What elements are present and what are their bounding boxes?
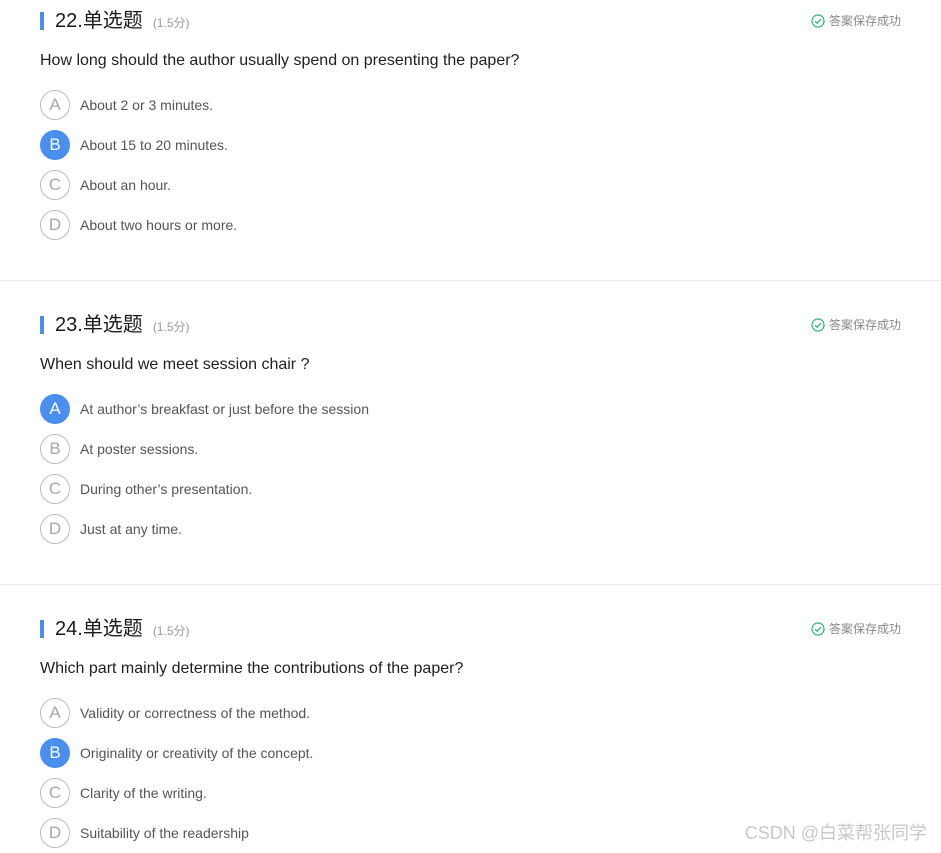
question-score: (1.5分) [152, 319, 190, 334]
option-text: About an hour. [80, 177, 172, 193]
question-type: 单选题 [82, 10, 143, 32]
option-letter: C [40, 474, 70, 504]
save-status-text: 答案保存成功 [828, 14, 901, 28]
option-letter: D [40, 818, 70, 848]
save-status: 答案保存成功 [811, 316, 901, 333]
option-letter: A [40, 90, 70, 120]
check-circle-icon [811, 13, 825, 28]
question-text: When should we meet session chair ? [40, 356, 310, 373]
option-a[interactable]: A Validity or correctness of the method. [40, 698, 310, 728]
option-c[interactable]: C During other’s presentation. [40, 474, 252, 504]
question-number: 23. [55, 314, 83, 336]
option-a[interactable]: A About 2 or 3 minutes. [40, 90, 213, 120]
question-score: (1.5分) [152, 623, 190, 638]
question-divider [0, 584, 941, 585]
save-status-text: 答案保存成功 [828, 622, 901, 636]
option-letter: A [40, 698, 70, 728]
question-22: 22. 单选题 (1.5分) 答案保存成功 How long should th… [0, 11, 941, 271]
option-letter: D [40, 514, 70, 544]
question-divider [0, 280, 941, 281]
question-type: 单选题 [82, 314, 143, 336]
question-header: 24. 单选题 (1.5分) [40, 619, 190, 639]
check-circle-icon [811, 317, 825, 332]
option-letter-selected: A [40, 394, 70, 424]
option-text: Just at any time. [80, 521, 182, 537]
option-text: At poster sessions. [80, 441, 199, 457]
question-text: How long should the author usually spend… [40, 52, 520, 69]
question-header: 23. 单选题 (1.5分) [40, 315, 190, 335]
question-23: 23. 单选题 (1.5分) 答案保存成功 When should we mee… [0, 315, 941, 575]
option-b[interactable]: B About 15 to 20 minutes. [40, 130, 228, 160]
option-letter: B [40, 434, 70, 464]
option-d[interactable]: D Just at any time. [40, 514, 182, 544]
option-a[interactable]: A At author’s breakfast or just before t… [40, 394, 369, 424]
option-text: About two hours or more. [80, 217, 238, 233]
option-b[interactable]: B At poster sessions. [40, 434, 198, 464]
option-c[interactable]: C Clarity of the writing. [40, 778, 207, 808]
option-d[interactable]: D About two hours or more. [40, 210, 237, 240]
option-letter: C [40, 170, 70, 200]
question-type: 单选题 [82, 618, 143, 640]
option-letter: C [40, 778, 70, 808]
option-c[interactable]: C About an hour. [40, 170, 171, 200]
question-number: 24. [55, 618, 83, 640]
option-text: During other’s presentation. [80, 481, 253, 497]
question-score: (1.5分) [152, 15, 190, 30]
question-accent-bar [40, 620, 44, 638]
option-text: Suitability of the readership [80, 825, 249, 841]
question-accent-bar [40, 316, 44, 334]
option-text: Originality or creativity of the concept… [80, 745, 314, 761]
question-header: 22. 单选题 (1.5分) [40, 11, 190, 31]
option-letter-selected: B [40, 130, 70, 160]
option-text: At author’s breakfast or just before the… [80, 401, 369, 417]
quiz-page: 22. 单选题 (1.5分) 答案保存成功 How long should th… [0, 0, 941, 853]
option-letter: D [40, 210, 70, 240]
save-status-text: 答案保存成功 [828, 318, 901, 332]
save-status: 答案保存成功 [811, 620, 901, 637]
option-text: Clarity of the writing. [80, 785, 207, 801]
question-accent-bar [40, 12, 44, 30]
option-text: About 2 or 3 minutes. [80, 97, 214, 113]
csdn-watermark: CSDN @白菜帮张同学 [744, 823, 927, 843]
question-text: Which part mainly determine the contribu… [40, 660, 464, 677]
option-letter-selected: B [40, 738, 70, 768]
check-circle-icon [811, 621, 825, 636]
question-number: 22. [55, 10, 83, 32]
option-text: About 15 to 20 minutes. [80, 137, 228, 153]
option-text: Validity or correctness of the method. [80, 705, 311, 721]
option-b[interactable]: B Originality or creativity of the conce… [40, 738, 313, 768]
save-status: 答案保存成功 [811, 12, 901, 29]
option-d[interactable]: D Suitability of the readership [40, 818, 249, 848]
question-24: 24. 单选题 (1.5分) 答案保存成功 Which part mainly … [0, 619, 941, 853]
